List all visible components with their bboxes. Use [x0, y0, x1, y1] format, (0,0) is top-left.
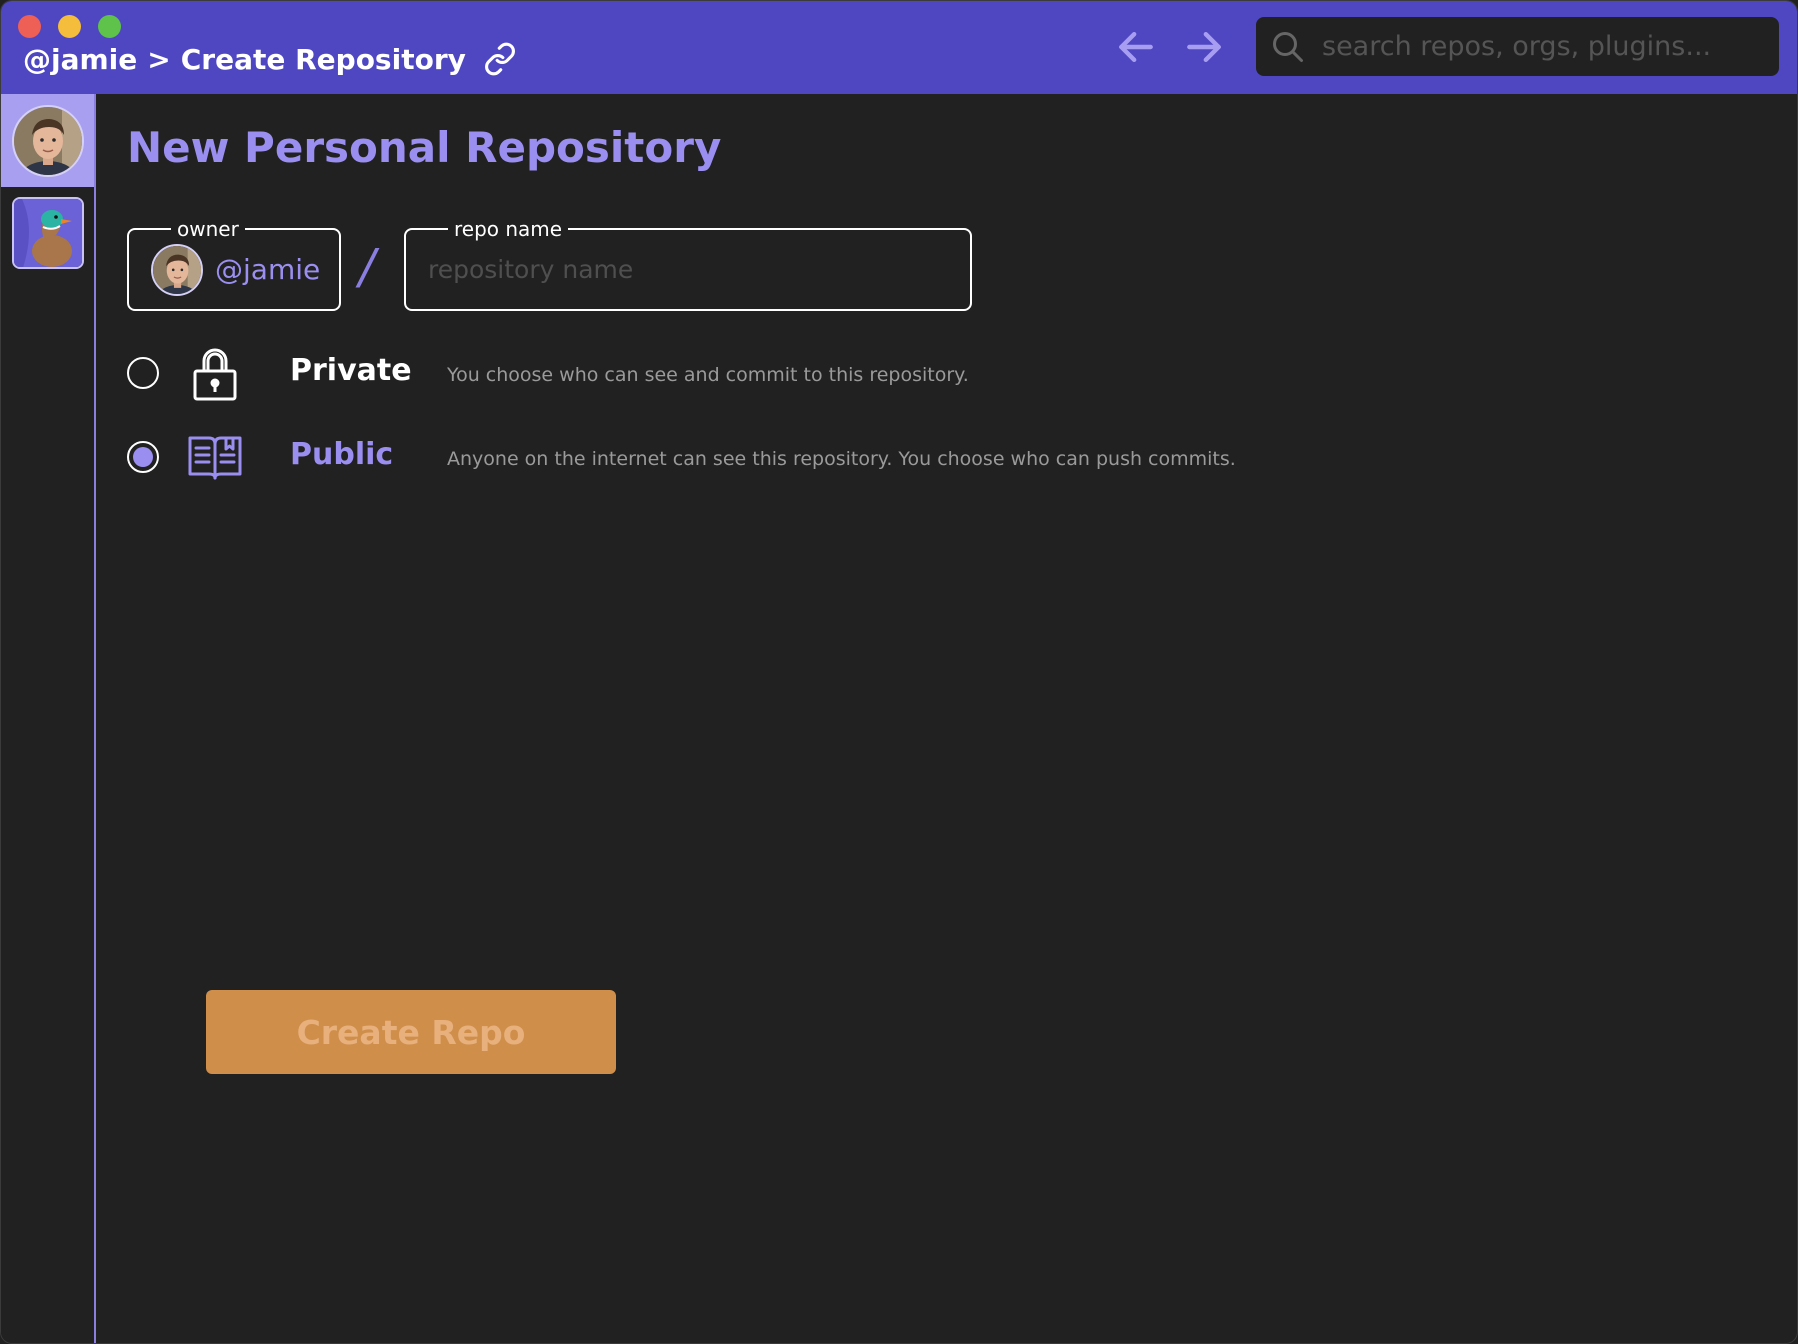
lock-icon: [187, 344, 243, 404]
minimize-window-button[interactable]: [58, 15, 81, 38]
owner-avatar: [151, 243, 203, 296]
private-label: Private: [290, 353, 412, 388]
public-label: Public: [290, 437, 394, 472]
maximize-window-button[interactable]: [98, 15, 121, 38]
breadcrumb-separator: >: [147, 42, 171, 76]
search-icon: [1273, 31, 1303, 62]
repo-name-input[interactable]: [426, 230, 956, 309]
sidebar-item-user[interactable]: [1, 94, 94, 187]
sidebar: [1, 94, 96, 1343]
duck-logo-icon: [11, 197, 84, 269]
arrow-right-icon: [1187, 31, 1221, 63]
visibility-option-public[interactable]: Public Anyone on the internet can see th…: [127, 422, 1327, 492]
owner-selector[interactable]: owner @jamie: [127, 216, 341, 311]
back-button[interactable]: [1112, 23, 1160, 71]
create-repo-button[interactable]: Create Repo: [206, 990, 616, 1074]
visibility-option-private[interactable]: Private You choose who can see and commi…: [127, 338, 1327, 408]
book-icon: [187, 428, 243, 488]
owner-legend: owner: [171, 216, 245, 242]
forward-button[interactable]: [1180, 23, 1228, 71]
search-bar[interactable]: [1256, 17, 1779, 76]
sidebar-item-org[interactable]: [1, 193, 94, 273]
owner-repo-separator: /: [359, 239, 376, 295]
title-bar: @jamie > Create Repository: [1, 1, 1797, 94]
public-radio[interactable]: [127, 441, 159, 473]
arrow-left-icon: [1119, 31, 1153, 63]
breadcrumb-user[interactable]: @jamie: [23, 43, 137, 76]
page-title: New Personal Repository: [127, 123, 722, 172]
app-window: @jamie > Create Repository search repos,…: [0, 0, 1798, 1344]
owner-name: @jamie: [215, 253, 321, 286]
breadcrumb-page: Create Repository: [180, 42, 466, 76]
user-avatar: [11, 104, 84, 177]
public-description: Anyone on the internet can see this repo…: [447, 448, 1236, 470]
close-window-button[interactable]: [18, 15, 41, 38]
link-icon[interactable]: [482, 41, 518, 77]
search-input[interactable]: [1320, 17, 1779, 76]
radio-selected-dot: [133, 447, 153, 467]
private-radio[interactable]: [127, 357, 159, 389]
repo-name-field: repo name: [404, 216, 972, 311]
breadcrumb: @jamie > Create Repository: [23, 39, 518, 79]
private-description: You choose who can see and commit to thi…: [447, 364, 969, 386]
